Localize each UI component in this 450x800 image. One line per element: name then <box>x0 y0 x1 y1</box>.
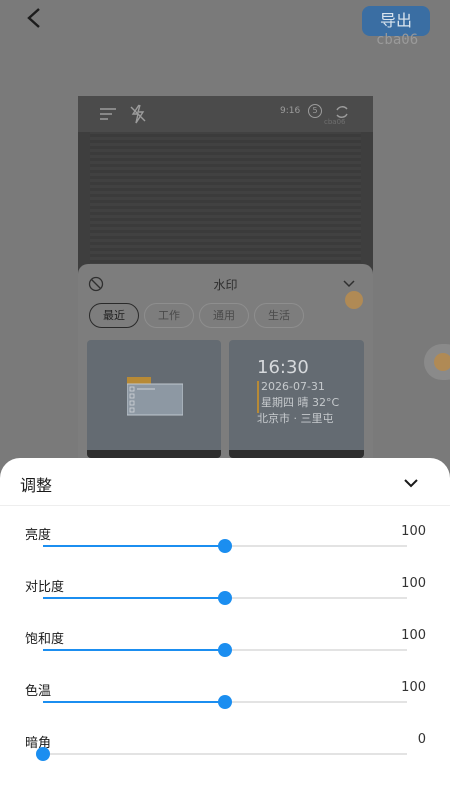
back-icon <box>27 8 40 28</box>
slider-label: 色温 <box>25 684 52 699</box>
slider-label: 亮度 <box>25 528 52 543</box>
card-footer <box>229 450 364 458</box>
slider-label: 饱和度 <box>25 632 65 647</box>
watermark-place: 北京市 · 三里屯 <box>257 412 334 425</box>
slider-thumb[interactable] <box>218 539 232 553</box>
slider-row-brightness: 亮度 100 <box>0 524 450 576</box>
watermark-card-checklist[interactable] <box>87 340 221 458</box>
menu-icon <box>100 108 116 120</box>
slider-row-saturation: 饱和度 100 <box>0 628 450 680</box>
slider-thumb[interactable] <box>218 643 232 657</box>
timer-icon: 5 <box>308 104 322 118</box>
slider-label: 对比度 <box>25 580 65 595</box>
watermark-id-text: cba06 <box>376 32 419 48</box>
slider-row-color-temperature: 色温 100 <box>0 680 450 732</box>
slider-track[interactable] <box>43 643 407 657</box>
preview-toolbar: 9:16 5 cba06 <box>78 96 373 132</box>
adjust-title: 调整 <box>20 476 53 495</box>
card-footer <box>87 450 221 458</box>
watermark-accent-bar <box>257 381 259 413</box>
tab-general[interactable]: 通用 <box>199 303 249 328</box>
slider-track[interactable] <box>43 591 407 605</box>
watermark-title: 水印 <box>213 278 238 292</box>
watermark-tabs: 最近 工作 通用 生活 <box>89 303 304 328</box>
checklist-thumbnail <box>127 377 183 416</box>
slider-thumb[interactable] <box>218 695 232 709</box>
slider-track[interactable] <box>36 747 407 761</box>
slider-thumb[interactable] <box>36 747 50 761</box>
slider-value: 0 <box>417 732 426 747</box>
watermark-card-time[interactable]: 16:30 2026-07-31 星期四 晴 32°C 北京市 · 三里屯 <box>229 340 364 458</box>
adjust-panel: 调整 亮度 100 对比度 100 饱和度 100 色温 100 暗角 0 <box>0 458 450 800</box>
slider-fill <box>43 545 225 547</box>
overlay-id-text: cba06 <box>324 118 346 126</box>
slider-track[interactable] <box>43 695 407 709</box>
slider-row-vignette: 暗角 0 <box>0 732 450 784</box>
slider-value: 100 <box>401 524 426 539</box>
slider-fill <box>43 649 225 651</box>
slider-value: 100 <box>401 628 426 643</box>
tab-work[interactable]: 工作 <box>144 303 194 328</box>
slider-thumb[interactable] <box>218 591 232 605</box>
slider-row-contrast: 对比度 100 <box>0 576 450 628</box>
watermark-date: 2026-07-31 <box>261 380 325 393</box>
watermark-time: 16:30 <box>257 357 309 378</box>
watermark-weather: 星期四 晴 32°C <box>261 396 340 409</box>
bubble-core <box>434 353 450 371</box>
tab-recent[interactable]: 最近 <box>89 303 139 328</box>
slider-fill <box>43 701 225 703</box>
badge-dot <box>345 291 363 309</box>
back-button[interactable] <box>20 4 50 34</box>
slider-fill <box>43 597 225 599</box>
chevron-down-icon[interactable] <box>342 276 356 290</box>
slider-value: 100 <box>401 576 426 591</box>
preview-time: 9:16 <box>280 106 301 116</box>
watermark-sheet: 水印 最近 工作 通用 生活 16:30 2026-07-31 星期四 晴 32… <box>78 264 373 464</box>
slider-track[interactable] <box>43 539 407 553</box>
tab-life[interactable]: 生活 <box>254 303 304 328</box>
flash-off-icon <box>130 104 146 124</box>
slider-value: 100 <box>401 680 426 695</box>
adjust-panel-header: 调整 <box>0 458 450 506</box>
collapse-chevron-icon[interactable] <box>402 474 420 492</box>
